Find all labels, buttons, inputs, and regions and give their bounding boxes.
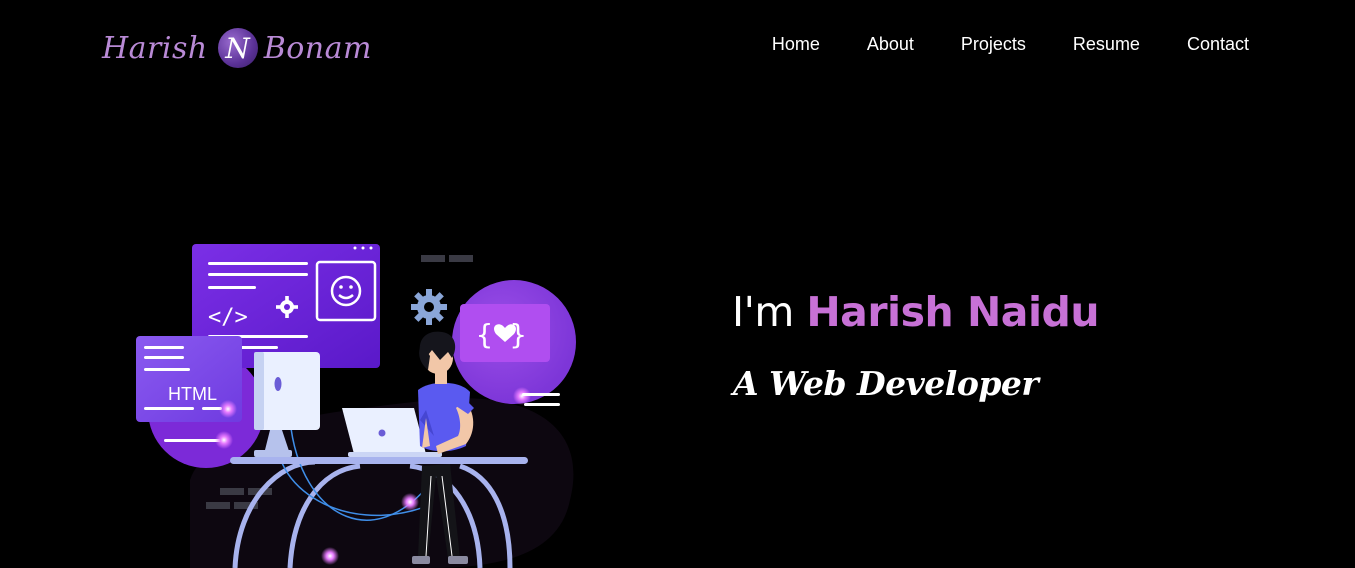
nav-resume[interactable]: Resume — [1073, 33, 1140, 55]
brick — [421, 255, 445, 262]
hero-illustration: </> HTML {} — [136, 244, 576, 568]
nav-about[interactable]: About — [867, 33, 914, 55]
logo-initial: N — [225, 31, 251, 65]
greeting: I'm — [732, 288, 794, 336]
brick — [220, 488, 244, 495]
page: Harish N Bonam Home About Projects Resum… — [0, 0, 1355, 568]
brick — [206, 502, 230, 509]
logo-last-name: Bonam — [263, 30, 372, 66]
role-subtitle: A Web Developer — [733, 364, 1039, 403]
brick — [449, 255, 473, 262]
logo-first-name: Harish — [102, 30, 208, 66]
main-nav: Home About Projects Resume Contact — [725, 33, 1249, 55]
desk — [230, 457, 528, 464]
hero-name: Harish Naidu — [806, 288, 1100, 336]
html-label: HTML — [168, 384, 217, 404]
logo-badge: N — [217, 28, 258, 68]
gear-icon — [411, 289, 447, 325]
code-icon: </> — [208, 305, 248, 330]
nav-projects[interactable]: Projects — [961, 33, 1026, 55]
intro-heading: I'm Harish Naidu — [732, 288, 1100, 336]
nav-contact[interactable]: Contact — [1187, 33, 1249, 55]
nav-home[interactable]: Home — [772, 33, 820, 55]
site-logo[interactable]: Harish N Bonam — [102, 26, 372, 70]
